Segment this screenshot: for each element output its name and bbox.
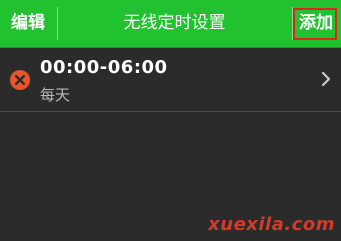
schedule-repeat: 每天 xyxy=(40,86,71,104)
chevron-right-icon xyxy=(321,71,331,87)
wifi-timer-screen: 编辑 无线定时设置 添加 00:00-06:00 每天 xuexila.com xyxy=(0,0,341,241)
delete-circle-icon[interactable] xyxy=(10,70,30,90)
edit-button[interactable]: 编辑 xyxy=(0,0,56,47)
add-button-highlight xyxy=(293,8,337,40)
watermark: xuexila.com xyxy=(208,214,335,235)
page-title: 无线定时设置 xyxy=(123,13,226,33)
schedule-time-range: 00:00-06:00 xyxy=(40,57,168,78)
header-bar: 编辑 无线定时设置 添加 xyxy=(0,0,341,48)
schedule-row[interactable]: 00:00-06:00 每天 xyxy=(0,48,341,112)
